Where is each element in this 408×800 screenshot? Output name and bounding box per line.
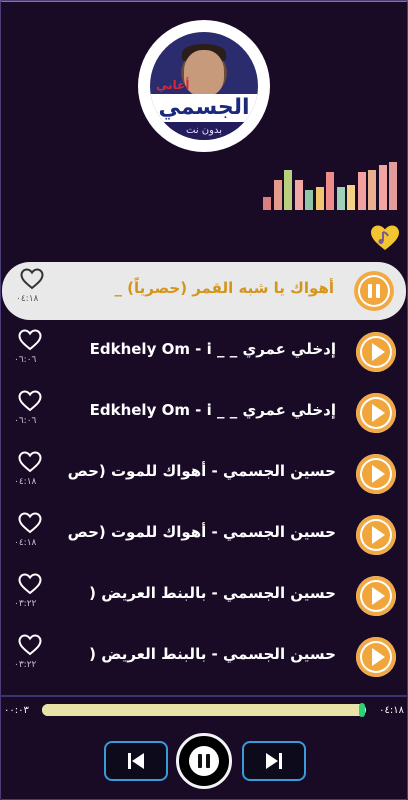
album-art: أغاني الجسمي بدون نت	[136, 20, 272, 152]
song-pause-button[interactable]	[354, 271, 394, 311]
play-icon	[362, 460, 390, 488]
song-row[interactable]: ٠٤:١٨ أهواك يا شبه القمر (حصرياً) _	[2, 262, 406, 320]
song-title: أهواك يا شبه القمر (حصرياً) _	[114, 279, 334, 297]
song-duration: ٠٦:٠٦	[14, 355, 37, 365]
play-triangle	[372, 648, 385, 666]
song-row[interactable]: ٠٦:٠٦ إدخلي عمري _ _ Edkhely Om - i	[0, 384, 408, 442]
heart-icon[interactable]	[18, 329, 42, 351]
heart-icon[interactable]	[18, 451, 42, 473]
equalizer-bar	[326, 172, 334, 210]
song-duration: ٠٣:٢٢	[14, 660, 37, 670]
play-icon	[362, 521, 390, 549]
next-button[interactable]	[242, 741, 306, 781]
song-play-button[interactable]	[356, 515, 396, 555]
equalizer-bar	[389, 162, 397, 210]
song-row[interactable]: ٠٣:٢٢ حسين الجسمي - بالبنط العريض (	[0, 567, 408, 625]
heart-icon[interactable]	[18, 512, 42, 534]
equalizer-bar	[357, 172, 366, 210]
equalizer-bar	[347, 185, 355, 210]
pause-bar-left	[368, 284, 372, 298]
pause-bar-right	[376, 284, 380, 298]
song-row[interactable]: ٠٣:٢٢ حسين الجسمي - بالبنط العريض (	[0, 628, 408, 686]
progress-area: ٠٠:٠٣ ٠٤:١٨	[0, 695, 408, 725]
song-duration: ٠٣:٢٢	[14, 599, 37, 609]
album-artist-name: الجسمي	[150, 94, 258, 122]
equalizer-bar	[305, 190, 313, 210]
seek-bar-knob[interactable]	[358, 703, 365, 717]
equalizer-bar	[263, 197, 271, 210]
play-triangle	[372, 343, 385, 361]
song-title: إدخلي عمري _ _ Edkhely Om - i	[89, 401, 336, 419]
equalizer-bar	[336, 187, 345, 210]
song-duration: ٠٤:١٨	[14, 477, 37, 487]
song-row[interactable]: ٠٤:١٨ حسين الجسمي - أهواك للموت (حص	[0, 445, 408, 503]
equalizer-bar	[284, 170, 292, 210]
song-title: حسين الجسمي - أهواك للموت (حص	[67, 523, 336, 541]
play-triangle	[372, 465, 385, 483]
player-controls	[0, 733, 408, 795]
pause-bar-left	[198, 754, 202, 768]
play-icon	[362, 338, 390, 366]
play-triangle	[372, 587, 385, 605]
play-icon	[362, 399, 390, 427]
song-title: حسين الجسمي - أهواك للموت (حص	[67, 462, 336, 480]
pause-icon	[360, 277, 388, 305]
skip-next-icon	[266, 753, 282, 769]
skip-previous-icon	[128, 753, 144, 769]
play-triangle	[372, 526, 385, 544]
heart-icon[interactable]	[20, 268, 44, 290]
song-row[interactable]: ٠٦:٠٦ إدخلي عمري _ _ Edkhely Om - i	[0, 323, 408, 381]
heart-icon[interactable]	[18, 634, 42, 656]
seek-bar-fill	[42, 703, 365, 717]
song-play-button[interactable]	[356, 454, 396, 494]
play-icon	[362, 582, 390, 610]
heart-icon[interactable]	[18, 390, 42, 412]
equalizer-bar	[273, 180, 282, 210]
equalizer-bar	[368, 170, 376, 210]
seek-bar[interactable]	[42, 703, 366, 717]
song-duration: ٠٦:٠٦	[14, 416, 37, 426]
album-subtitle: بدون نت	[150, 122, 258, 140]
pause-icon	[189, 746, 219, 776]
heart-icon[interactable]	[18, 573, 42, 595]
song-play-button[interactable]	[356, 576, 396, 616]
elapsed-time: ٠٠:٠٣	[4, 705, 29, 716]
song-play-button[interactable]	[356, 332, 396, 372]
pause-bar-right	[206, 754, 210, 768]
favorite-music-icon[interactable]	[370, 224, 400, 252]
play-triangle	[372, 404, 385, 422]
album-caption: أغاني	[156, 78, 190, 92]
play-pause-button[interactable]	[176, 733, 232, 789]
equalizer-visualizer	[263, 160, 403, 210]
equalizer-bar	[378, 165, 387, 210]
album-cover: أغاني الجسمي بدون نت	[150, 32, 258, 140]
song-title: إدخلي عمري _ _ Edkhely Om - i	[89, 340, 336, 358]
song-title: حسين الجسمي - بالبنط العريض (	[89, 584, 336, 602]
equalizer-bar	[294, 180, 303, 210]
previous-button[interactable]	[104, 741, 168, 781]
song-title: حسين الجسمي - بالبنط العريض (	[89, 645, 336, 663]
play-icon	[362, 643, 390, 671]
song-duration: ٠٤:١٨	[14, 538, 37, 548]
album-face	[184, 50, 224, 96]
total-time: ٠٤:١٨	[379, 705, 404, 716]
song-play-button[interactable]	[356, 393, 396, 433]
progress-divider	[0, 695, 408, 697]
equalizer-bar	[315, 187, 324, 210]
song-row[interactable]: ٠٤:١٨ حسين الجسمي - أهواك للموت (حص	[0, 506, 408, 564]
song-play-button[interactable]	[356, 637, 396, 677]
song-duration: ٠٤:١٨	[16, 294, 39, 304]
